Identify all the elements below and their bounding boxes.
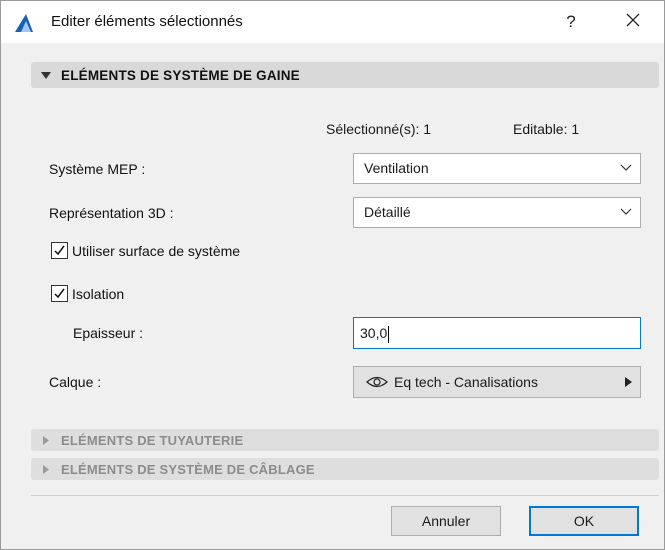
thickness-input[interactable]: 30,0 (353, 317, 641, 349)
close-icon (626, 13, 640, 27)
layer-popup-button[interactable]: Eq tech - Canalisations (353, 366, 641, 398)
use-system-surface-label[interactable]: Utiliser surface de système (72, 243, 240, 259)
eye-icon (366, 376, 388, 388)
chevron-down-icon (620, 164, 632, 171)
checkmark-icon (54, 288, 65, 299)
editable-count: Editable: 1 (513, 121, 580, 137)
archicad-app-icon (13, 13, 35, 33)
section-cabling-label: ELÉMENTS DE SYSTÈME DE CÂBLAGE (61, 461, 315, 477)
representation-3d-label: Représentation 3D : (49, 205, 174, 221)
mep-system-select[interactable]: Ventilation (353, 153, 641, 184)
mep-system-label: Système MEP : (49, 161, 146, 177)
section-duct-system-label: ELÉMENTS DE SYSTÈME DE GAINE (61, 67, 300, 83)
section-piping[interactable]: ELÉMENTS DE TUYAUTERIE (31, 429, 659, 451)
help-button[interactable]: ? (556, 7, 586, 37)
close-button[interactable] (616, 7, 650, 37)
mep-system-value: Ventilation (364, 160, 429, 176)
window-title: Editer éléments sélectionnés (51, 13, 243, 30)
text-caret (388, 325, 390, 343)
representation-3d-value: Détaillé (364, 204, 411, 220)
insulation-checkbox[interactable] (51, 285, 68, 302)
layer-label: Calque : (49, 374, 102, 390)
layer-value: Eq tech - Canalisations (394, 374, 538, 390)
cancel-button[interactable]: Annuler (391, 506, 501, 536)
ok-button[interactable]: OK (529, 506, 639, 536)
insulation-label[interactable]: Isolation (72, 286, 124, 302)
section-duct-system[interactable]: ELÉMENTS DE SYSTÈME DE GAINE (31, 62, 659, 88)
chevron-down-icon (620, 208, 632, 215)
triangle-right-icon (31, 464, 61, 474)
triangle-right-icon (31, 435, 61, 445)
footer-divider (31, 495, 659, 496)
selected-count: Sélectionné(s): 1 (326, 121, 432, 137)
checkmark-icon (54, 245, 65, 256)
triangle-down-icon (31, 71, 61, 79)
title-bar[interactable]: Editer éléments sélectionnés ? (1, 1, 664, 43)
thickness-value: 30,0 (360, 325, 388, 341)
section-piping-label: ELÉMENTS DE TUYAUTERIE (61, 432, 244, 448)
use-system-surface-checkbox[interactable] (51, 242, 68, 259)
dialog-window: Editer éléments sélectionnés ? ELÉMENTS … (0, 0, 665, 550)
representation-3d-select[interactable]: Détaillé (353, 197, 641, 228)
triangle-right-icon (625, 377, 632, 387)
section-cabling[interactable]: ELÉMENTS DE SYSTÈME DE CÂBLAGE (31, 458, 659, 480)
thickness-label: Epaisseur : (73, 325, 144, 341)
